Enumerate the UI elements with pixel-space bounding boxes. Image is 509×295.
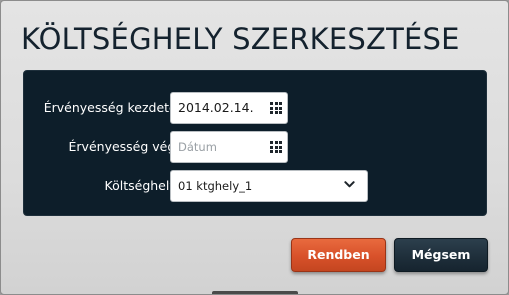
cancel-button[interactable]: Mégsem <box>394 238 488 272</box>
scroll-handle[interactable] <box>212 291 298 294</box>
form-row-cost-center: Költséghely* 01 ktghely_1 <box>24 170 488 202</box>
validity-start-input[interactable]: 2014.02.14. <box>170 92 288 124</box>
calendar-grid-icon[interactable] <box>270 102 282 114</box>
validity-end-label: Érvényesség vége <box>68 139 183 154</box>
cost-center-selected-value: 01 ktghely_1 <box>178 179 253 193</box>
form-row-validity-start: Érvényesség kezdete* 2014.02.14. <box>24 92 488 124</box>
ok-button[interactable]: Rendben <box>291 238 386 272</box>
calendar-grid-icon[interactable] <box>270 141 282 153</box>
form-row-validity-end: Érvényesség vége Dátum <box>24 131 488 163</box>
cost-center-select[interactable]: 01 ktghely_1 <box>170 170 368 202</box>
validity-end-placeholder: Dátum <box>178 140 217 154</box>
cost-center-label: Költséghely* <box>104 178 183 193</box>
validity-start-label: Érvényesség kezdete* <box>43 100 183 115</box>
validity-end-input[interactable]: Dátum <box>170 131 288 163</box>
form-panel: Érvényesség kezdete* 2014.02.14. Érvénye… <box>23 70 487 216</box>
chevron-down-icon[interactable] <box>344 179 355 190</box>
edit-cost-center-dialog: KÖLTSÉGHELY SZERKESZTÉSE Érvényesség kez… <box>0 0 509 295</box>
dialog-title: KÖLTSÉGHELY SZERKESZTÉSE <box>21 22 460 56</box>
validity-start-value: 2014.02.14. <box>178 100 254 115</box>
